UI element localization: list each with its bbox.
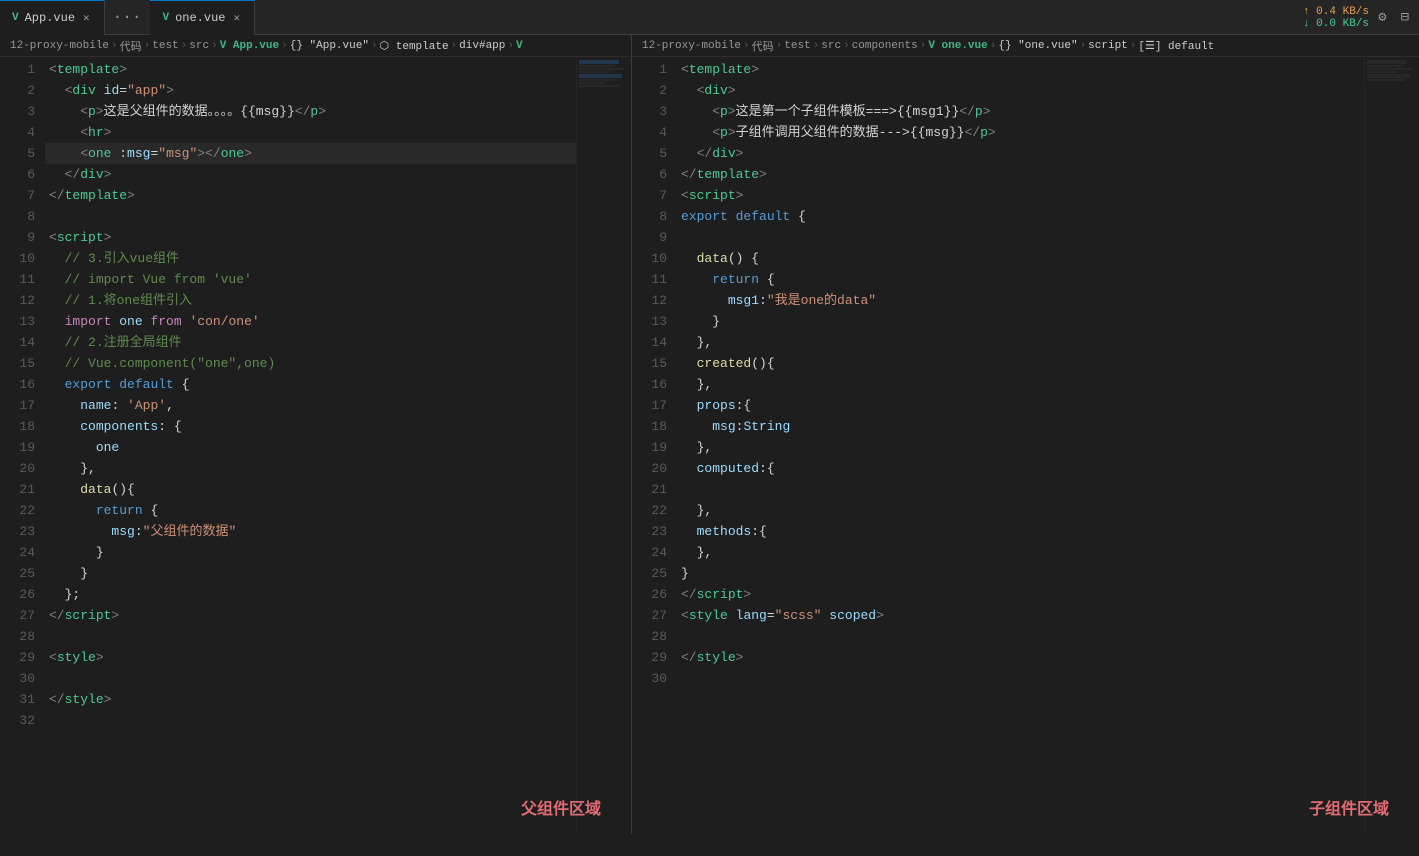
tab-app-vue[interactable]: V App.vue ✕ bbox=[0, 0, 105, 35]
code-content-left[interactable]: <template> <div id="app"> <p>这是父组件的数据。。。… bbox=[45, 57, 576, 834]
top-icons: ⚙ ⊟ bbox=[1368, 0, 1419, 35]
tab-label-right: one.vue bbox=[175, 11, 225, 25]
editor-area: 1234567891011121314151617181920212223242… bbox=[0, 57, 1419, 834]
breadcrumb-bar: 12-proxy-mobile › 代码 › test › src › V Ap… bbox=[0, 35, 1419, 57]
network-up: ↑ 0.4 KB/s bbox=[1303, 6, 1369, 18]
vue-icon-right: V bbox=[162, 12, 169, 24]
tab-one-vue[interactable]: V one.vue ✕ bbox=[150, 0, 255, 35]
top-bar: V App.vue ✕ ··· V one.vue ✕ ↑ 0.4 KB/s ↓… bbox=[0, 0, 1419, 35]
tab-close-right[interactable]: ✕ bbox=[232, 10, 243, 26]
layout-icon[interactable]: ⊟ bbox=[1397, 7, 1413, 28]
line-numbers-right: 1234567891011121314151617181920212223242… bbox=[632, 57, 677, 834]
minimap-left bbox=[576, 57, 631, 834]
editor-panel-left: 1234567891011121314151617181920212223242… bbox=[0, 57, 632, 834]
minimap-right bbox=[1364, 57, 1419, 834]
tab-close-left[interactable]: ✕ bbox=[81, 10, 92, 26]
network-down: ↓ 0.0 KB/s bbox=[1303, 18, 1369, 30]
network-info: ↑ 0.4 KB/s ↓ 0.0 KB/s bbox=[1303, 0, 1369, 35]
annotation-right: 子组件区域 bbox=[1309, 795, 1389, 819]
tab-label-left: App.vue bbox=[25, 11, 75, 25]
settings-icon[interactable]: ⚙ bbox=[1374, 7, 1390, 28]
line-numbers-left: 1234567891011121314151617181920212223242… bbox=[0, 57, 45, 834]
breadcrumb-right: 12-proxy-mobile › 代码 › test › src › comp… bbox=[632, 35, 1419, 56]
code-container-left[interactable]: 1234567891011121314151617181920212223242… bbox=[0, 57, 631, 834]
vue-icon-left: V bbox=[12, 12, 19, 24]
editor-panel-right: 1234567891011121314151617181920212223242… bbox=[632, 57, 1419, 834]
breadcrumb-left: 12-proxy-mobile › 代码 › test › src › V Ap… bbox=[0, 35, 632, 56]
annotation-left: 父组件区域 bbox=[521, 795, 601, 819]
bc-l-1: 12-proxy-mobile bbox=[10, 40, 109, 52]
code-container-right[interactable]: 1234567891011121314151617181920212223242… bbox=[632, 57, 1419, 834]
code-content-right[interactable]: <template> <div> <p>这是第一个子组件模板===>{{msg1… bbox=[677, 57, 1364, 834]
tab-more-button[interactable]: ··· bbox=[105, 8, 150, 26]
